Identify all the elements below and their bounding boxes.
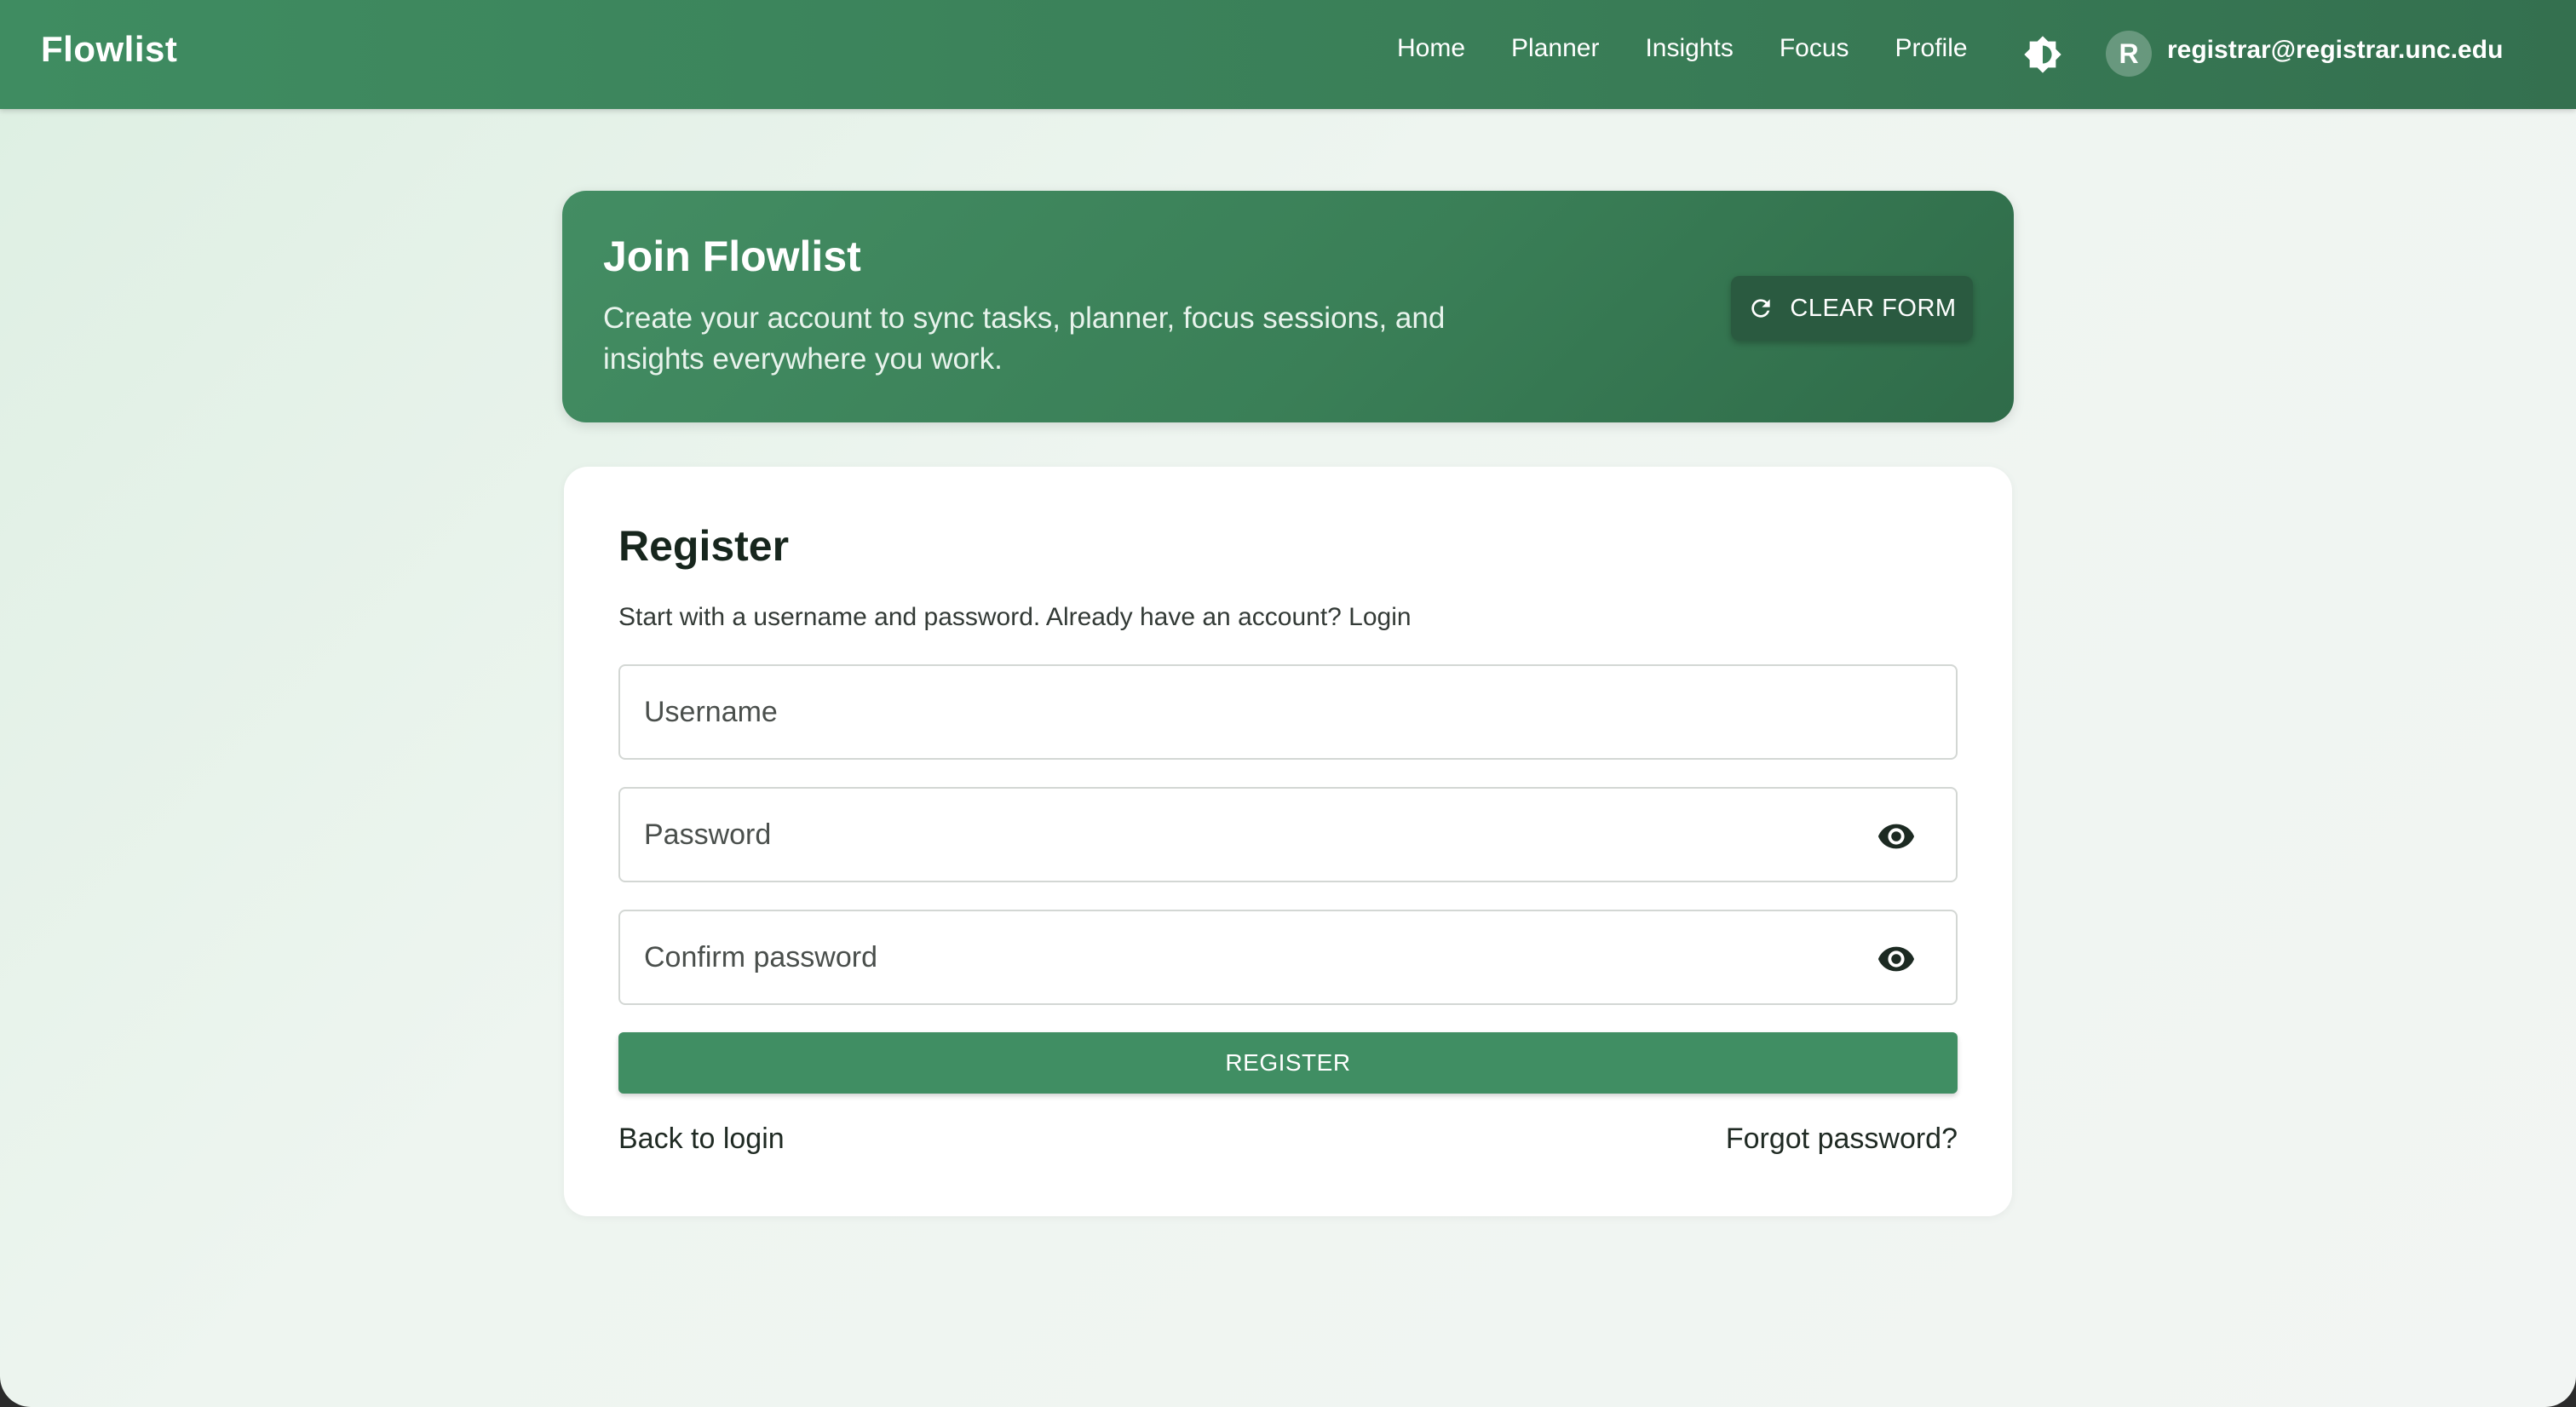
register-card: Register Start with a username and passw… — [564, 467, 2012, 1216]
confirm-password-field[interactable] — [618, 910, 1958, 1005]
top-navbar: Flowlist Home Planner Insights Focus Pro… — [0, 0, 2576, 109]
nav-planner[interactable]: Planner — [1511, 34, 1599, 63]
clear-form-button[interactable]: CLEAR FORM — [1731, 276, 1973, 341]
register-button[interactable]: REGISTER — [618, 1032, 1958, 1094]
avatar[interactable]: R — [2106, 31, 2152, 77]
refresh-icon — [1751, 299, 1771, 318]
register-subtitle: Start with a username and password. Alre… — [618, 603, 1412, 631]
main-nav: Home Planner Insights Focus Profile — [1397, 34, 2014, 63]
banner-title: Join Flowlist — [603, 233, 861, 280]
username-field[interactable] — [618, 664, 1958, 760]
eye-icon[interactable] — [1876, 819, 1917, 853]
brand-logo[interactable]: Flowlist — [41, 29, 177, 70]
banner-subtitle: Create your account to sync tasks, plann… — [603, 302, 1446, 376]
eye-icon[interactable] — [1876, 942, 1917, 976]
register-title: Register — [618, 522, 790, 570]
app-window: Flowlist Home Planner Insights Focus Pro… — [0, 0, 2576, 1407]
confirm-password-input[interactable] — [620, 911, 1956, 1003]
back-to-login-link[interactable]: Back to login — [618, 1123, 785, 1156]
nav-focus[interactable]: Focus — [1780, 34, 1849, 63]
password-input[interactable] — [620, 789, 1956, 881]
password-field[interactable] — [618, 787, 1958, 882]
user-email[interactable]: registrar@registrar.unc.edu — [2167, 36, 2503, 65]
nav-home[interactable]: Home — [1397, 34, 1465, 63]
nav-insights[interactable]: Insights — [1645, 34, 1733, 63]
forgot-password-link[interactable]: Forgot password? — [1726, 1123, 1958, 1156]
clear-form-label: CLEAR FORM — [1790, 294, 1957, 322]
nav-profile[interactable]: Profile — [1895, 34, 1968, 63]
join-banner: Join Flowlist Create your account to syn… — [562, 191, 2014, 422]
username-input[interactable] — [620, 666, 1956, 758]
brightness-icon[interactable] — [2022, 34, 2063, 75]
